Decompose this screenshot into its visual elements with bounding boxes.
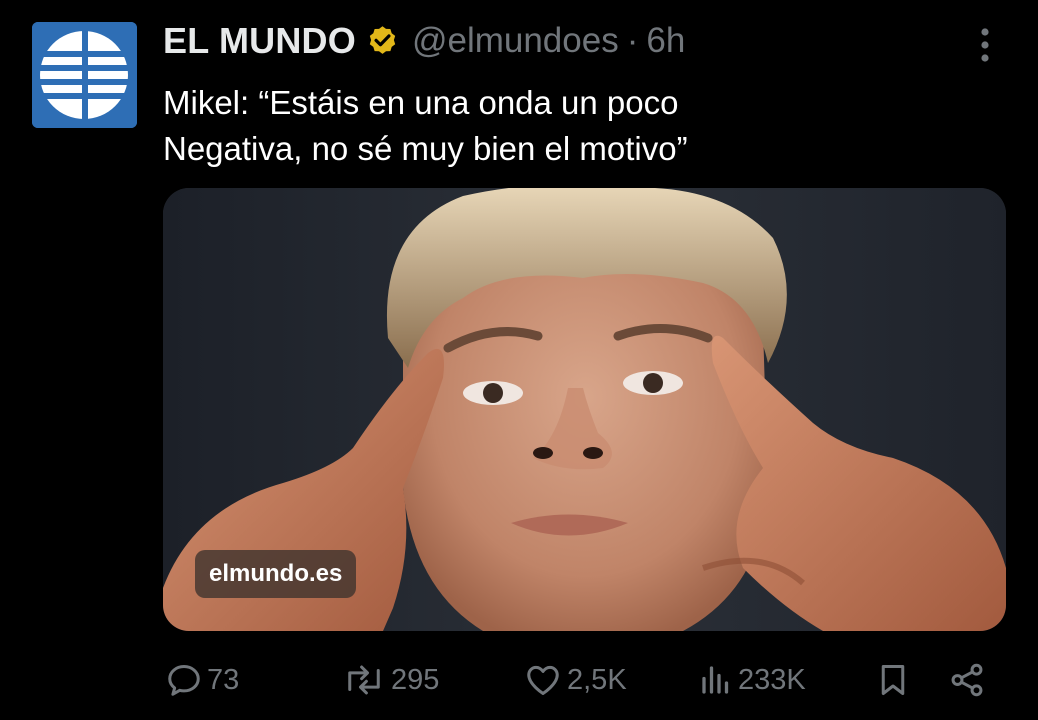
bookmark-icon <box>881 665 905 695</box>
author-name[interactable]: EL MUNDO <box>163 20 356 62</box>
reply-count: 73 <box>207 663 240 696</box>
verified-badge-icon <box>369 25 396 54</box>
repost-icon <box>348 665 380 695</box>
author-handle[interactable]: @elmundoes <box>412 21 619 61</box>
bookmark-button[interactable] <box>875 652 911 708</box>
tweet-header: EL MUNDO @elmundoes · 6h <box>163 16 685 66</box>
share-icon <box>951 663 983 697</box>
reply-icon <box>168 665 200 696</box>
views-count: 233K <box>738 663 806 696</box>
avatar[interactable] <box>32 22 137 128</box>
tweet-text-line: Mikel: “Estáis en una onda un poco <box>163 84 679 121</box>
like-button[interactable]: 2,5K <box>523 652 627 708</box>
reply-button[interactable]: 73 <box>165 652 239 708</box>
like-icon <box>527 665 559 695</box>
el-mundo-logo-icon <box>32 22 137 128</box>
share-button[interactable] <box>947 652 987 708</box>
tweet-media[interactable]: elmundo.es <box>163 188 1006 631</box>
post-time[interactable]: 6h <box>646 21 685 61</box>
views-button[interactable]: 233K <box>698 652 806 708</box>
more-options-button[interactable] <box>970 24 1000 64</box>
action-bar: 73 295 2,5K 233K <box>163 652 1003 708</box>
repost-count: 295 <box>391 663 440 696</box>
views-icon <box>702 666 729 694</box>
repost-button[interactable]: 295 <box>341 652 439 708</box>
tweet-text-line: Negativa, no sé muy bien el motivo” <box>163 130 688 167</box>
tweet-text: Mikel: “Estáis en una onda un poco Negat… <box>163 80 883 172</box>
more-options-icon <box>981 28 989 62</box>
separator-dot: · <box>626 21 639 60</box>
like-count: 2,5K <box>567 663 627 696</box>
media-watermark: elmundo.es <box>195 550 357 598</box>
